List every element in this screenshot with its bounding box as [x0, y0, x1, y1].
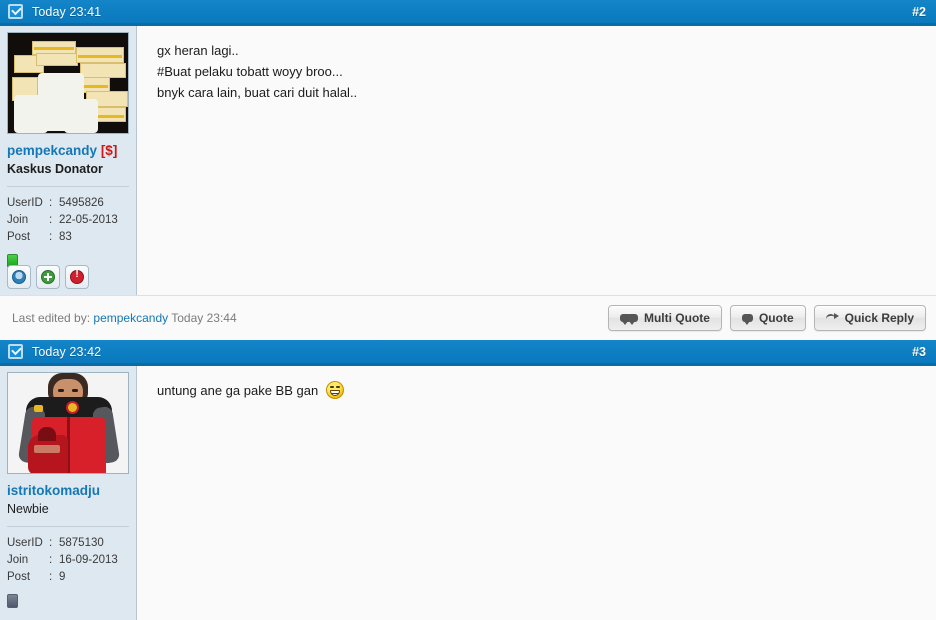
colon: : [49, 537, 53, 550]
colon: : [49, 231, 53, 244]
post-label: Post [7, 231, 31, 244]
post-number[interactable]: #3 [912, 345, 926, 359]
post-body: istritokomadju Newbie UserID : 5875130 J… [0, 366, 936, 620]
username-text: pempekcandy [7, 143, 98, 158]
multi-quote-button[interactable]: Multi Quote [607, 305, 722, 331]
grinning-emoticon [325, 381, 344, 399]
user-action-buttons [7, 265, 89, 289]
userid-label: UserID [7, 537, 43, 550]
post-header: Today 23:41 #2 [0, 0, 936, 26]
multi-quote-label: Multi Quote [643, 311, 710, 325]
message-line: untung ane ga pake BB gan [157, 380, 920, 401]
colon: : [49, 214, 53, 227]
avatar[interactable] [7, 32, 129, 134]
user-meta-post: Post : 9 [7, 569, 129, 586]
multi-quote-icon [619, 314, 638, 325]
quick-reply-label: Quick Reply [844, 311, 914, 325]
last-edited-username[interactable]: pempekcandy [93, 311, 168, 325]
view-profile-icon [12, 270, 26, 284]
report-post-icon [70, 269, 84, 284]
quote-icon [741, 314, 753, 325]
quote-button[interactable]: Quote [729, 305, 806, 331]
view-profile-button[interactable] [7, 265, 31, 289]
username[interactable]: istritokomadju [7, 483, 129, 499]
post-count-value: 9 [59, 571, 66, 584]
checkbox-checked-icon[interactable] [8, 344, 23, 359]
username[interactable]: pempekcandy [$] [7, 143, 129, 159]
userid-value: 5875130 [59, 537, 104, 550]
post-header: Today 23:42 #3 [0, 340, 936, 366]
user-meta-userid: UserID : 5495826 [7, 195, 129, 212]
join-value: 16-09-2013 [59, 554, 118, 567]
user-title: Kaskus Donator [7, 162, 103, 177]
post-action-buttons: Multi Quote Quote Quick Reply [607, 305, 926, 331]
post-label: Post [7, 571, 31, 584]
join-label: Join [7, 554, 29, 567]
quote-label: Quote [758, 311, 794, 325]
add-reputation-button[interactable] [36, 265, 60, 289]
last-edited-time: Today 23:44 [171, 311, 237, 325]
message-line: bnyk cara lain, buat cari duit halal.. [157, 85, 358, 100]
donator-badge: [$] [100, 143, 118, 158]
report-post-button[interactable] [65, 265, 89, 289]
user-meta-userid: UserID : 5875130 [7, 535, 129, 552]
post-body: pempekcandy [$] Kaskus Donator UserID : … [0, 26, 936, 295]
last-edited-note: Last edited by: pempekcandy Today 23:44 [12, 311, 237, 325]
add-reputation-icon [41, 270, 55, 284]
message-line: #Buat pelaku tobatt woyy broo... [157, 64, 343, 79]
user-meta: UserID : 5495826 Join : 22-05-2013 Post … [7, 195, 129, 246]
offline-status-icon [7, 594, 18, 609]
post-message: untung ane ga pake BB gan [137, 366, 936, 620]
user-meta-join: Join : 22-05-2013 [7, 212, 129, 229]
post-timestamp: Today 23:42 [32, 344, 102, 359]
userid-value: 5495826 [59, 197, 104, 210]
post-timestamp: Today 23:41 [32, 4, 102, 19]
user-title: Newbie [7, 502, 49, 517]
post-user-sidebar: istritokomadju Newbie UserID : 5875130 J… [0, 366, 137, 620]
quick-reply-button[interactable]: Quick Reply [813, 305, 926, 331]
post-number[interactable]: #2 [912, 5, 926, 19]
userid-label: UserID [7, 197, 43, 210]
divider [7, 526, 129, 528]
join-value: 22-05-2013 [59, 214, 118, 227]
colon: : [49, 554, 53, 567]
post-footer: Last edited by: pempekcandy Today 23:44 … [0, 295, 936, 340]
forum-thread-page: Today 23:41 #2 pempekcandy [$] Kaskus Do… [0, 0, 936, 620]
colon: : [49, 197, 53, 210]
user-meta-join: Join : 16-09-2013 [7, 552, 129, 569]
colon: : [49, 571, 53, 584]
post-message: gx heran lagi.. #Buat pelaku tobatt woyy… [137, 26, 936, 295]
user-meta-post: Post : 83 [7, 229, 129, 246]
post-count-value: 83 [59, 231, 72, 244]
divider [7, 186, 129, 188]
last-edited-prefix: Last edited by: [12, 311, 91, 325]
username-text: istritokomadju [7, 483, 101, 498]
join-label: Join [7, 214, 29, 227]
message-text: untung ane ga pake BB gan [157, 383, 319, 398]
post-user-sidebar: pempekcandy [$] Kaskus Donator UserID : … [0, 26, 137, 295]
message-line: gx heran lagi.. [157, 43, 239, 58]
user-meta: UserID : 5875130 Join : 16-09-2013 Post … [7, 535, 129, 586]
quick-reply-icon [826, 313, 839, 323]
avatar[interactable] [7, 372, 129, 474]
checkbox-checked-icon[interactable] [8, 4, 23, 19]
